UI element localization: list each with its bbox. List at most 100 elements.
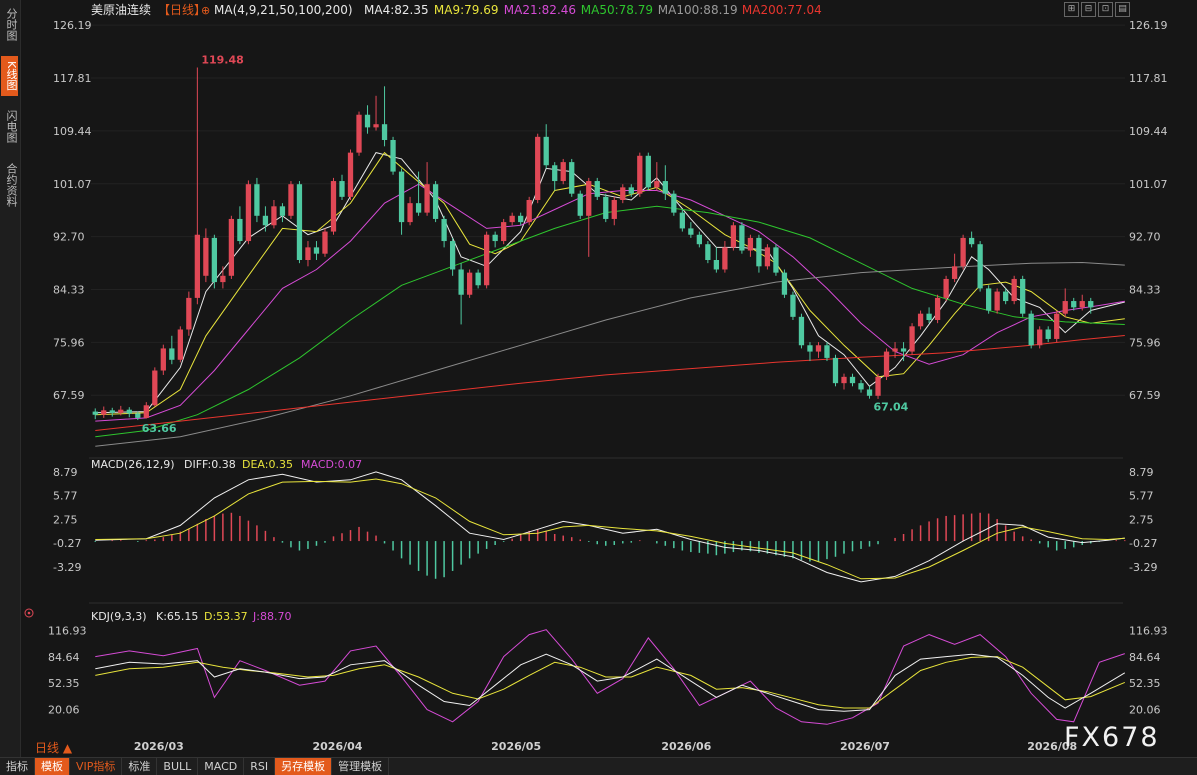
candle-body (960, 237, 966, 267)
bottom-tab[interactable]: 另存模板 (275, 758, 333, 775)
bottom-tab[interactable]: BULL (157, 758, 199, 775)
kdj-tick-right: 84.64 (1129, 651, 1161, 664)
bottom-tab[interactable]: 指标 (0, 758, 35, 775)
candle-body (594, 181, 600, 197)
candle-body (1045, 329, 1051, 339)
period-label[interactable]: 【日线】 (158, 3, 206, 17)
bottom-tab[interactable]: VIP指标 (70, 758, 123, 775)
candle-body (1011, 278, 1017, 302)
candle-body (535, 136, 541, 200)
price-tick-right: 117.81 (1129, 72, 1168, 85)
candle-body (126, 409, 132, 414)
candle-body (892, 348, 898, 352)
fit-icon[interactable]: ⊡ (1098, 2, 1113, 17)
candle-body (322, 231, 328, 254)
candle-body (390, 140, 396, 172)
kdj-k-line (95, 653, 1126, 712)
chart-area[interactable]: 美原油连续 【日线】 ⊕ MA(4,9,21,50,100,200) MA4:8… (21, 0, 1197, 757)
bottom-tab[interactable]: 模板 (35, 758, 70, 775)
candle-body (441, 218, 447, 242)
candle-body (228, 218, 235, 276)
candle-body (815, 345, 822, 352)
tab-timeshare-chart[interactable]: 分时图 (1, 4, 18, 44)
bottom-tab[interactable]: 标准 (122, 758, 158, 775)
candle-body (552, 165, 558, 182)
settings-icon[interactable]: ▤ (1115, 2, 1130, 17)
candle-body (279, 206, 286, 216)
sidebar: 分时图 K线图 闪电图 合约资料 (0, 0, 21, 757)
candle-body (866, 389, 873, 396)
candle-body (432, 184, 439, 219)
candle-body (347, 152, 354, 197)
zoom-in-icon[interactable]: ⊞ (1064, 2, 1079, 17)
candle-body (458, 269, 464, 295)
bottom-toolbar: 指标 模板 VIP指标 标准 BULL MACD RSI 另存模板 管理模板 (0, 757, 1197, 775)
candle-body (305, 247, 311, 260)
candle-body (1062, 301, 1068, 314)
kdj-axis: 116.93 116.93 84.64 84.64 52.35 52.35 20.06 20.… (48, 625, 1168, 717)
kdj-j: J:88.70 (252, 610, 291, 623)
price-tick-left: 126.19 (53, 19, 92, 32)
candle-body (713, 260, 720, 270)
ma-value-label: MA200:77.04 (742, 3, 822, 17)
date-tick: 2026/06 (661, 740, 711, 753)
candle-body (722, 247, 728, 270)
candle-body (841, 376, 847, 384)
date-tick: 2026/07 (840, 740, 890, 753)
close-icon[interactable] (24, 608, 34, 618)
candle-body (730, 225, 737, 248)
candle-body (509, 215, 515, 223)
candle-body (662, 181, 668, 194)
date-tick: 2026/03 (134, 740, 184, 753)
candle-body (679, 212, 685, 229)
candle-body (135, 413, 141, 418)
candle-body (926, 313, 932, 320)
bottom-tab[interactable]: 管理模板 (332, 758, 390, 775)
candle-body (296, 184, 303, 260)
bottom-tab[interactable]: RSI (244, 758, 276, 775)
candle-body (194, 234, 200, 298)
candle-body (807, 345, 813, 352)
ma-params: MA(4,9,21,50,100,200) (214, 3, 353, 17)
candle-body (356, 114, 362, 153)
candle-body (543, 136, 549, 166)
bottom-tab[interactable]: MACD (198, 758, 245, 775)
candle-body (654, 181, 660, 188)
price-axis: 126.19 126.19 117.81 117.81 109.44 109.44 101.… (53, 19, 1168, 402)
candle-body (603, 196, 609, 219)
ma-value-label: MA50:78.79 (581, 3, 653, 17)
candle-body (637, 155, 643, 194)
period-selector[interactable]: 日线 ▲ (35, 741, 73, 755)
candle-body (518, 215, 524, 223)
candle-body (330, 181, 337, 232)
tab-kline-chart[interactable]: K线图 (1, 56, 18, 96)
candle-body (781, 272, 788, 295)
candle-body (883, 351, 890, 377)
candle-body (245, 184, 252, 242)
tab-flash-chart[interactable]: 闪电图 (1, 104, 18, 148)
candle-body (858, 383, 864, 390)
candle-body (271, 206, 277, 226)
candle-body (875, 376, 881, 396)
candle-body (313, 247, 320, 254)
price-tick-right: 101.07 (1129, 178, 1168, 191)
candle-body (203, 237, 209, 276)
kdj-tick-left: 84.64 (48, 651, 80, 664)
macd-name: MACD(26,12,9) (91, 458, 175, 471)
settings-icon[interactable]: ⊕ (201, 4, 210, 17)
tab-contract-info[interactable]: 合约资料 (1, 158, 18, 212)
candle-body (237, 218, 243, 242)
zoom-out-icon[interactable]: ⊟ (1081, 2, 1096, 17)
macd-tick-left: -3.29 (53, 561, 81, 574)
candle-body (909, 326, 915, 352)
candle-body (449, 241, 456, 270)
price-annotation: 67.04 (874, 401, 909, 414)
candle-body (169, 348, 175, 360)
candle-body (917, 313, 924, 327)
ma-value-label: MA100:88.19 (658, 3, 738, 17)
kdj-tick-right: 116.93 (1129, 625, 1168, 638)
candle-body (790, 294, 796, 317)
kdj-name: KDJ(9,3,3) (91, 610, 147, 623)
macd-tick-right: 5.77 (1129, 490, 1154, 503)
macd-tick-right: 2.75 (1129, 513, 1154, 526)
